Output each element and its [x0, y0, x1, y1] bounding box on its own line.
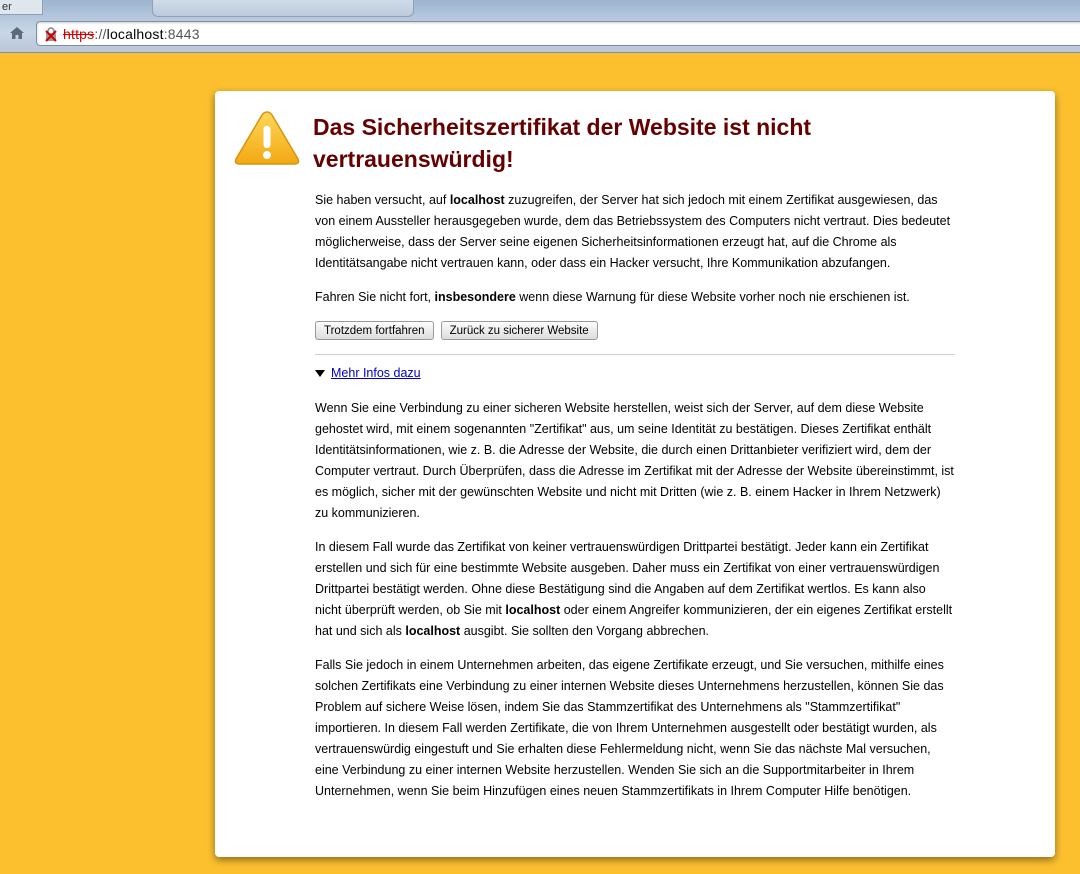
url-scheme: https: [63, 25, 95, 42]
details-2-text-c: ausgibt. Sie sollten den Vorgang abbrech…: [460, 624, 710, 638]
intro-host: localhost: [449, 193, 505, 207]
new-tab-button[interactable]: [152, 0, 414, 17]
intro-paragraph: Sie haben versucht, auf localhost zuzugr…: [315, 190, 955, 274]
ssl-warning-card: Das Sicherheitszertifikat der Website is…: [215, 91, 1055, 857]
details-2-host-2: localhost: [405, 624, 461, 638]
tab-title: er: [2, 1, 12, 13]
proceed-anyway-button[interactable]: Trotzdem fortfahren: [315, 321, 434, 340]
expand-triangle-icon[interactable]: [315, 370, 325, 377]
address-bar[interactable]: https://localhost:8443: [36, 21, 1080, 46]
details-paragraph-2: In diesem Fall wurde das Zertifikat von …: [315, 537, 955, 642]
url-text[interactable]: https://localhost:8443: [63, 26, 200, 42]
warning-paragraph: Fahren Sie nicht fort, insbesondere wenn…: [315, 287, 955, 308]
divider: [315, 354, 955, 355]
warning-triangle-icon: [234, 109, 300, 167]
browser-tab[interactable]: er: [0, 0, 43, 15]
more-info-toggle[interactable]: Mehr Infos dazu: [315, 363, 955, 384]
browser-toolbar: er https://localhost:8443: [0, 0, 1080, 53]
broken-lock-icon[interactable]: [43, 26, 59, 42]
more-info-link[interactable]: Mehr Infos dazu: [331, 363, 421, 384]
intro-text-1: Sie haben versucht, auf: [315, 193, 450, 207]
warning-text-2: wenn diese Warnung für diese Website vor…: [515, 290, 910, 304]
warning-content: Sie haben versucht, auf localhost zuzugr…: [315, 190, 955, 815]
url-host: localhost: [106, 25, 164, 42]
details-paragraph-3: Falls Sie jedoch in einem Unternehmen ar…: [315, 658, 944, 798]
page-title: Das Sicherheitszertifikat der Website is…: [313, 114, 812, 172]
warning-emphasis: insbesondere: [434, 290, 516, 304]
url-separator: ://: [94, 25, 107, 42]
details-paragraph-1: Wenn Sie eine Verbindung zu einer sicher…: [315, 401, 954, 520]
action-buttons: Trotzdem fortfahren Zurück zu sicherer W…: [315, 321, 955, 340]
url-port: :8443: [163, 25, 200, 42]
back-to-safety-button[interactable]: Zurück zu sicherer Website: [440, 321, 598, 340]
details-2-host-1: localhost: [505, 603, 561, 617]
warning-text-1: Fahren Sie nicht fort,: [315, 290, 435, 304]
home-icon[interactable]: [8, 25, 26, 41]
